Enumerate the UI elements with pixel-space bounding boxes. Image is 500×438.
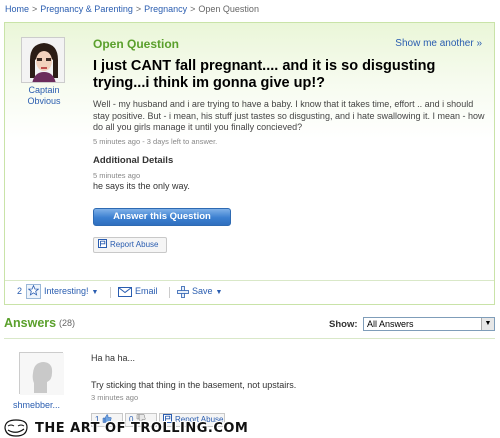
default-avatar-icon <box>20 353 64 395</box>
question-body: Well - my husband and i are trying to ha… <box>93 99 485 132</box>
answer-time: 3 minutes ago <box>91 393 139 402</box>
breadcrumb-separator: > <box>190 4 196 14</box>
question-actions-bar: 2 Interesting! ▼ Email Save ▼ <box>5 280 494 304</box>
breadcrumb-pregnancy[interactable]: Pregnancy <box>144 4 187 14</box>
answers-heading: Answers <box>4 316 57 330</box>
asker-name[interactable]: Captain Obvious <box>15 85 73 107</box>
answer-text-line2: Try sticking that thing in the basement,… <box>91 380 297 390</box>
answers-filter-value: All Answers <box>367 319 414 329</box>
watermark-text: THE ART OF TROLLING.COM <box>35 421 249 436</box>
asker-name-line2: Obvious <box>27 96 61 106</box>
interesting-count: 2 <box>17 286 23 296</box>
avatar-icon <box>22 38 64 82</box>
report-abuse-button[interactable]: Report Abuse <box>93 237 167 253</box>
watermark: THE ART OF TROLLING.COM <box>0 418 500 438</box>
interesting-button[interactable]: Interesting! ▼ <box>44 286 98 296</box>
interesting-label: Interesting! <box>44 286 89 296</box>
additional-details-text: he says its the only way. <box>93 181 190 191</box>
open-question-label: Open Question <box>93 37 180 51</box>
divider <box>110 287 111 298</box>
star-icon <box>27 284 40 296</box>
question-panel: Captain Obvious Open Question Show me an… <box>4 22 495 305</box>
breadcrumb-separator: > <box>32 4 38 14</box>
divider <box>4 338 495 339</box>
answer-text-line1: Ha ha ha... <box>91 353 136 363</box>
answers-count: (28) <box>59 318 76 328</box>
additional-details-heading: Additional Details <box>93 155 174 166</box>
asker-avatar[interactable] <box>21 37 65 83</box>
chevron-down-icon: ▼ <box>91 289 99 296</box>
show-filter-label: Show: <box>329 319 358 330</box>
answers-filter-select[interactable]: All Answers ▼ <box>363 317 495 331</box>
question-title: I just CANT fall pregnant.... and it is … <box>93 58 436 91</box>
breadcrumb-current: Open Question <box>198 4 259 14</box>
breadcrumb: Home > Pregnancy & Parenting > Pregnancy > Ope… <box>5 4 259 14</box>
answer-question-button[interactable]: Answer this Question <box>93 208 231 226</box>
report-abuse-label: Report Abuse <box>110 240 159 249</box>
flag-icon <box>98 239 107 248</box>
email-icon[interactable] <box>118 287 132 297</box>
save-button[interactable]: Save ▼ <box>192 286 222 296</box>
asker-name-line1: Captain <box>28 85 60 95</box>
chevron-down-icon: ▼ <box>215 289 223 296</box>
additional-details-time: 5 minutes ago <box>93 171 141 180</box>
show-me-another-link[interactable]: Show me another » <box>395 38 482 49</box>
chevron-down-icon[interactable]: ▼ <box>481 318 494 330</box>
breadcrumb-separator: > <box>135 4 142 14</box>
answerer-name[interactable]: shmebber... <box>13 400 60 410</box>
divider <box>169 287 170 298</box>
question-time: 5 minutes ago - 3 days left to answer. <box>93 137 218 146</box>
plus-icon[interactable] <box>177 286 189 298</box>
interesting-star-button[interactable] <box>26 284 41 299</box>
breadcrumb-pregnancy-parenting[interactable]: Pregnancy & Parenting <box>40 4 133 14</box>
answerer-avatar[interactable] <box>19 352 64 395</box>
email-button[interactable]: Email <box>135 286 158 296</box>
save-label: Save <box>192 286 213 296</box>
troll-face-icon <box>4 419 28 437</box>
question-content: Captain Obvious Open Question Show me an… <box>5 23 494 280</box>
breadcrumb-home[interactable]: Home <box>5 4 29 14</box>
